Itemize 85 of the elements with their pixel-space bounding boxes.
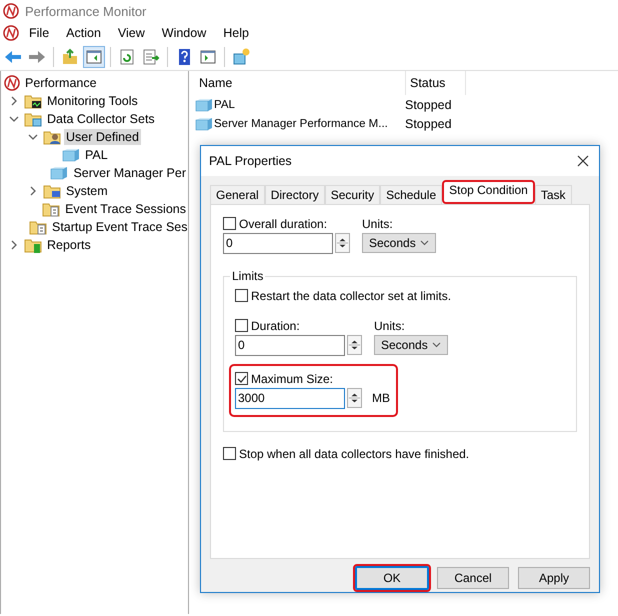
folder-chart-icon [24,93,42,109]
folder-up-icon[interactable] [63,48,77,64]
action-pane-icon[interactable] [200,50,216,64]
list-item-name[interactable]: PAL [214,98,235,110]
menu-item[interactable]: View [110,24,152,42]
dialog-button[interactable]: Cancel [437,567,509,589]
cube-icon [195,98,213,112]
units-label: Units: [362,216,394,231]
group-title: Limits [230,268,266,283]
forward-arrow-icon[interactable] [29,51,45,63]
spinner-icon[interactable] [335,233,350,254]
help-book-icon[interactable] [179,49,190,65]
chevron-right-icon[interactable] [9,96,19,106]
checkbox-label: Restart the data collector set at limits. [251,288,452,303]
tab[interactable]: General [210,184,265,204]
checkbox[interactable] [223,217,236,230]
checkbox[interactable] [235,372,248,386]
checkbox[interactable] [235,319,248,332]
dialog-button[interactable]: OK [353,564,431,592]
close-icon[interactable] [575,152,591,169]
folder-report-icon [24,237,42,253]
checkbox-label: Duration: [251,318,300,333]
column-header[interactable]: Status [406,71,466,95]
column-header[interactable]: Name [195,71,406,95]
chevron-down-icon[interactable] [28,132,38,142]
chevron-right-icon[interactable] [9,240,19,250]
checkbox[interactable] [235,289,248,302]
spinner-icon[interactable] [347,335,362,356]
menu-item[interactable]: Help [216,24,256,42]
checkbox-label: Maximum Size: [251,372,334,386]
spinner-icon[interactable] [347,388,362,408]
chevron-down-icon[interactable] [9,114,19,124]
back-arrow-icon[interactable] [5,51,21,63]
duration-field[interactable]: 0 [235,334,345,356]
tab[interactable]: Schedule [380,184,442,204]
dialog-title: PAL Properties [209,154,292,168]
checkbox-label: Stop when all data collectors have finished. [239,446,470,461]
tree-item[interactable]: Reports [45,237,93,253]
status-cell: Stopped [405,98,452,112]
units-dropdown[interactable]: Seconds [362,232,436,253]
duration-field[interactable]: 0 [223,232,333,254]
performance-monitor-icon [4,75,20,91]
size-field[interactable]: 3000 [235,388,345,409]
tree-item[interactable]: PAL [83,147,110,163]
folder-cube-icon [24,111,42,127]
chevron-right-icon[interactable] [28,186,38,196]
cube-icon [62,148,80,162]
tree-item[interactable]: User Defined [64,129,141,145]
cube-icon [195,116,213,130]
performance-monitor-icon [3,3,19,19]
checkbox[interactable] [223,447,236,460]
dialog-button[interactable]: Apply [518,567,590,589]
tree-item[interactable]: Data Collector Sets [45,111,157,127]
folder-computer-icon [43,183,61,199]
tree-item[interactable]: Performance [23,75,99,91]
tree-item[interactable]: Event Trace Sessions [63,201,188,217]
window-title: Performance Monitor [25,4,146,18]
unit-label: MB [372,391,390,406]
cube-icon [50,166,68,180]
folder-document-icon [29,219,47,235]
list-item-name[interactable]: Server Manager Performance M... [214,118,388,130]
menu-item[interactable]: Action [59,24,108,42]
refresh-icon[interactable] [120,50,134,64]
tab[interactable]: Stop Condition [442,180,535,204]
tree-item[interactable]: Startup Event Trace Ses [50,219,188,235]
menu-item[interactable]: Window [154,24,214,42]
chevron-down-icon [420,240,429,246]
performance-monitor-icon [3,25,19,41]
units-label: Units: [374,318,406,333]
tab[interactable]: Task [534,184,572,204]
tab[interactable]: Security [324,184,380,204]
tree-item[interactable]: Server Manager Per [71,165,188,181]
new-set-icon[interactable] [234,48,250,64]
chevron-down-icon [432,342,441,348]
units-dropdown[interactable]: Seconds [374,334,448,355]
tree-item[interactable]: System [64,183,110,199]
status-cell: Stopped [405,116,452,130]
folder-document-icon [42,201,60,217]
checkbox-label: Overall duration: [239,216,328,231]
console-tree-icon[interactable] [86,50,102,64]
folder-user-icon [43,129,61,145]
export-list-icon[interactable] [144,50,160,64]
tree-item[interactable]: Monitoring Tools [45,93,140,109]
tab[interactable]: Directory [264,184,325,204]
menu-item[interactable]: File [22,24,56,42]
